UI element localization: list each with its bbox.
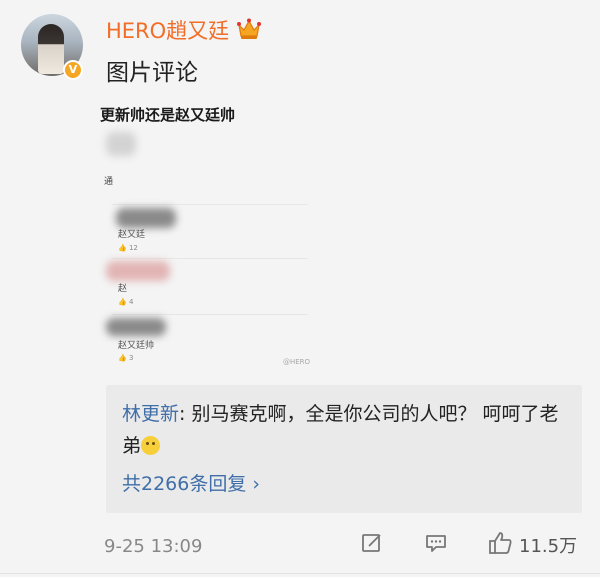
divider xyxy=(112,314,308,315)
reply-separator: : xyxy=(179,403,192,425)
reply-text-block: 林更新: 别马赛克啊，全是你公司的人吧？ 呵呵了老弟 xyxy=(122,398,568,462)
like-icon[interactable] xyxy=(486,529,514,557)
reply-author[interactable]: 林更新 xyxy=(122,403,179,425)
comment-footer: 9-25 13:09 11.5万 xyxy=(0,529,600,565)
mosaic-blur xyxy=(106,132,136,156)
verified-badge-icon: V xyxy=(63,60,83,80)
image-title: 更新帅还是赵又廷帅 xyxy=(100,106,236,124)
watermark: @HERO xyxy=(282,358,310,366)
divider xyxy=(112,258,308,259)
stray-char: 通 xyxy=(104,177,114,187)
username[interactable]: HERO趙又廷 xyxy=(106,18,229,44)
comment-icon[interactable] xyxy=(424,531,448,555)
comment-text: 图片评论 xyxy=(106,60,198,86)
avatar-figure xyxy=(38,24,64,74)
item-name: 赵又廷 xyxy=(118,230,146,240)
item-likes-count: 3 xyxy=(128,354,134,362)
item-likes: 👍 12 xyxy=(118,244,138,252)
item-likes: 👍 4 xyxy=(118,298,134,306)
divider xyxy=(0,573,600,574)
item-name: 赵 xyxy=(118,284,128,294)
item-likes-count: 12 xyxy=(128,244,138,252)
divider xyxy=(112,204,308,205)
mosaic-blur xyxy=(106,318,166,336)
weibo-comment-card: V HERO趙又廷 图片评论 更新帅还是赵又廷帅 通 赵又廷 👍 12 赵 👍 … xyxy=(0,0,600,577)
crown-icon xyxy=(237,18,261,39)
view-replies-link[interactable]: 共2266条回复 › xyxy=(122,471,260,497)
chevron-right-icon: › xyxy=(252,473,260,495)
mosaic-blur xyxy=(116,208,176,228)
item-name: 赵又廷帅 xyxy=(118,341,155,351)
smile-emoji-icon xyxy=(141,436,161,455)
item-likes: 👍 3 xyxy=(118,354,134,362)
mosaic-blur xyxy=(106,261,170,281)
comment-image[interactable]: 更新帅还是赵又廷帅 通 赵又廷 👍 12 赵 👍 4 赵又廷帅 👍 3 @HER… xyxy=(100,96,312,372)
item-likes-count: 4 xyxy=(128,298,134,306)
repost-icon[interactable] xyxy=(360,531,384,555)
reply-box[interactable]: 林更新: 别马赛克啊，全是你公司的人吧？ 呵呵了老弟 共2266条回复 › xyxy=(106,385,582,513)
timestamp: 9-25 13:09 xyxy=(104,536,203,557)
reply-count-label: 共2266条回复 xyxy=(122,473,247,495)
like-count: 11.5万 xyxy=(519,536,578,557)
